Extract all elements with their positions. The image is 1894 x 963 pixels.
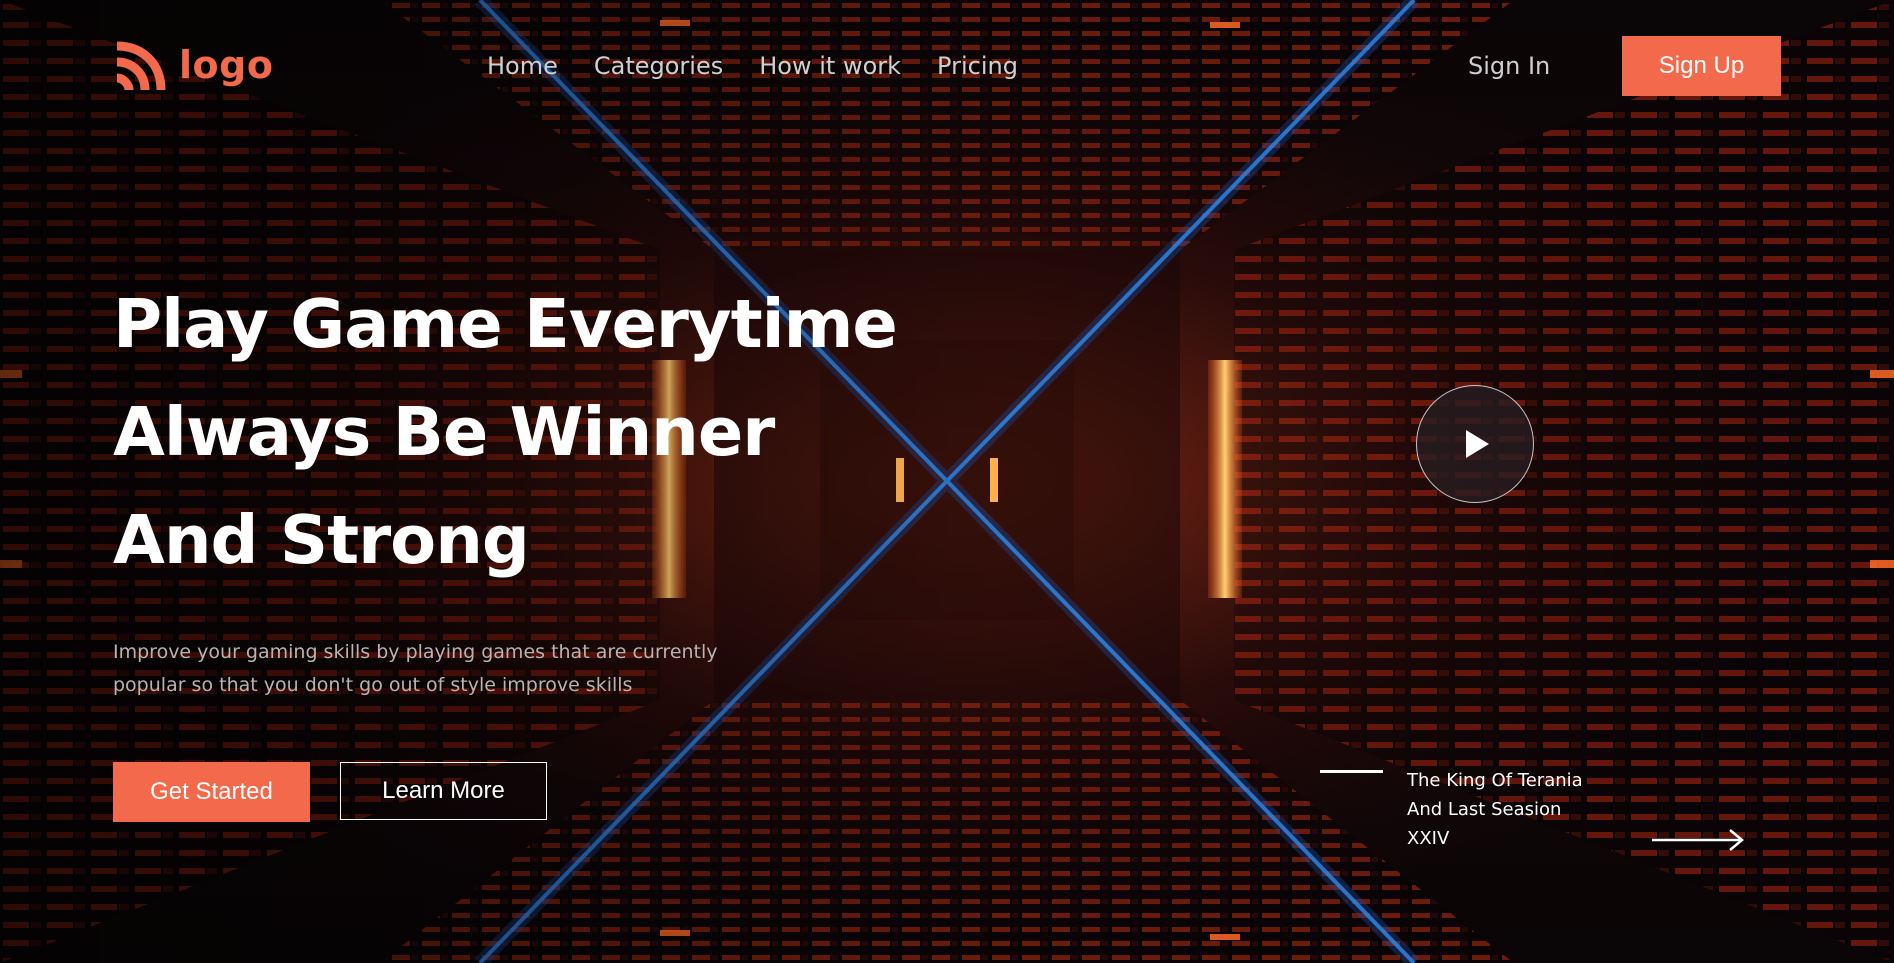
nav-item-categories[interactable]: Categories — [594, 50, 723, 82]
featured-title-line-1: The King Of Terania — [1407, 770, 1583, 791]
play-icon — [1466, 430, 1489, 458]
logo-text: logo — [179, 43, 274, 87]
sign-in-link[interactable]: Sign In — [1468, 50, 1550, 82]
hero-subtext: Improve your gaming skills by playing ga… — [113, 641, 718, 696]
featured-title: The King Of Terania And Last Seasion XXI… — [1407, 766, 1627, 853]
arrow-right-icon[interactable] — [1650, 828, 1746, 852]
rss-wave-icon — [116, 41, 166, 91]
headline-line-3: And Strong — [113, 501, 530, 579]
nav-item-how-it-work[interactable]: How it work — [759, 50, 901, 82]
featured-title-line-2: And Last Seasion — [1407, 799, 1562, 820]
play-video-button[interactable] — [1416, 385, 1534, 503]
headline-line-2: Always Be Winner — [113, 393, 775, 471]
featured-title-line-3: XXIV — [1407, 828, 1450, 849]
headline-line-1: Play Game Everytime — [113, 285, 898, 363]
sign-up-button[interactable]: Sign Up — [1622, 36, 1781, 96]
hero-headline: Play Game Everytime Always Be Winner And… — [113, 270, 898, 594]
get-started-button[interactable]: Get Started — [113, 762, 310, 822]
nav-item-pricing[interactable]: Pricing — [937, 50, 1018, 82]
main-nav: Home Categories How it work Pricing — [487, 50, 1054, 82]
learn-more-button[interactable]: Learn More — [340, 762, 547, 820]
nav-item-home[interactable]: Home — [487, 50, 558, 82]
logo[interactable]: logo — [113, 40, 273, 94]
featured-divider-line — [1320, 770, 1383, 773]
hero-section: logo Home Categories How it work Pricing… — [0, 0, 1894, 963]
